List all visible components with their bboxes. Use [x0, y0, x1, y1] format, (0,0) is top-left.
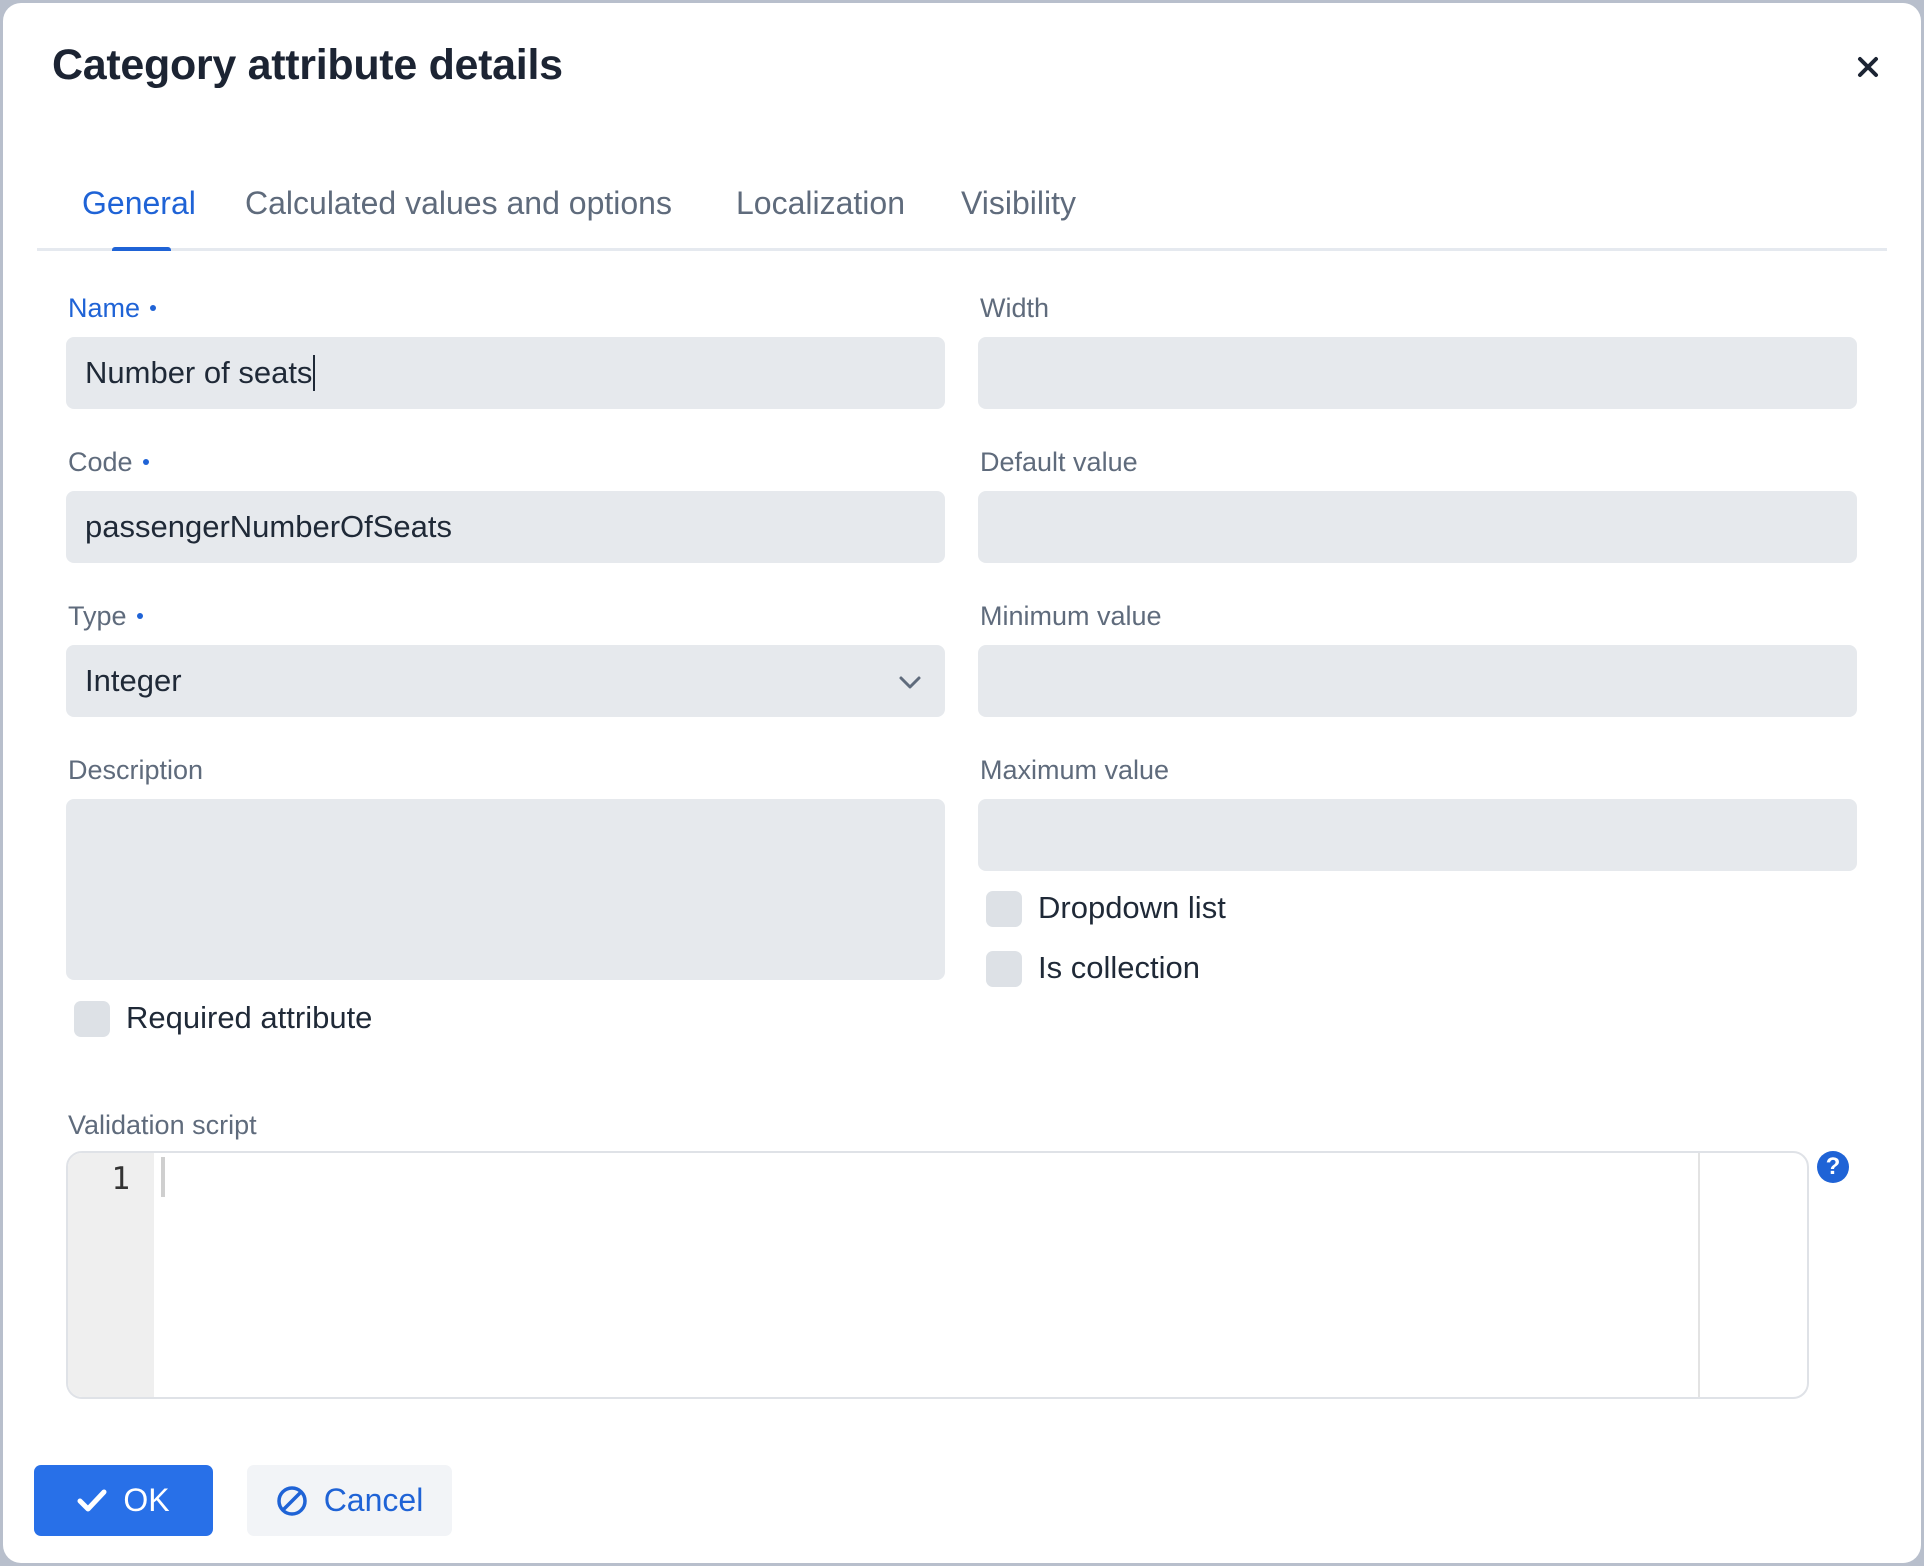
tab-localization[interactable]: Localization — [736, 185, 905, 222]
default-value-label: Default value — [980, 447, 1138, 477]
close-button[interactable] — [1851, 50, 1885, 84]
name-input[interactable]: Number of seats — [66, 337, 945, 409]
is-collection-checkbox[interactable] — [986, 951, 1022, 987]
editor-print-margin — [1698, 1153, 1700, 1397]
chevron-down-icon — [899, 676, 921, 689]
type-label: Type — [68, 601, 143, 632]
description-label: Description — [68, 755, 204, 785]
cancel-icon — [276, 1485, 307, 1516]
help-icon[interactable]: ? — [1817, 1151, 1849, 1183]
description-textarea[interactable] — [66, 799, 945, 980]
dropdown-list-label[interactable]: Dropdown list — [1038, 890, 1226, 926]
dropdown-list-checkbox[interactable] — [986, 891, 1022, 927]
name-label: Name — [68, 293, 157, 324]
is-collection-label[interactable]: Is collection — [1038, 950, 1200, 986]
tab-bar: General Calculated values and options Lo… — [37, 173, 1887, 251]
minimum-value-label: Minimum value — [980, 601, 1162, 631]
cancel-button[interactable]: Cancel — [247, 1465, 452, 1536]
required-marker — [136, 612, 143, 619]
required-marker — [150, 304, 157, 311]
tab-visibility[interactable]: Visibility — [961, 185, 1076, 222]
code-label: Code — [68, 447, 149, 478]
type-select[interactable]: Integer — [66, 645, 945, 717]
required-attribute-label[interactable]: Required attribute — [126, 1000, 372, 1036]
dialog-title: Category attribute details — [52, 41, 563, 89]
required-marker — [142, 458, 149, 465]
tab-calculated-values[interactable]: Calculated values and options — [245, 185, 672, 222]
editor-caret — [161, 1157, 165, 1197]
width-label: Width — [980, 293, 1050, 323]
close-icon — [1858, 57, 1878, 77]
width-input[interactable] — [978, 337, 1857, 409]
maximum-value-label: Maximum value — [980, 755, 1170, 785]
line-number: 1 — [111, 1161, 130, 1197]
tab-general[interactable]: General — [82, 185, 196, 222]
validation-script-label: Validation script — [68, 1110, 257, 1140]
required-attribute-checkbox[interactable] — [74, 1001, 110, 1037]
minimum-value-input[interactable] — [978, 645, 1857, 717]
maximum-value-input[interactable] — [978, 799, 1857, 871]
default-value-input[interactable] — [978, 491, 1857, 563]
ok-button[interactable]: OK — [34, 1465, 213, 1536]
check-icon — [77, 1489, 107, 1511]
validation-script-editor[interactable]: 1 — [66, 1151, 1809, 1399]
active-tab-indicator — [112, 247, 171, 251]
code-input[interactable]: passengerNumberOfSeats — [66, 491, 945, 563]
category-attribute-dialog: Category attribute details General Calcu… — [3, 3, 1921, 1563]
text-caret — [313, 355, 316, 391]
editor-gutter: 1 — [68, 1153, 154, 1397]
